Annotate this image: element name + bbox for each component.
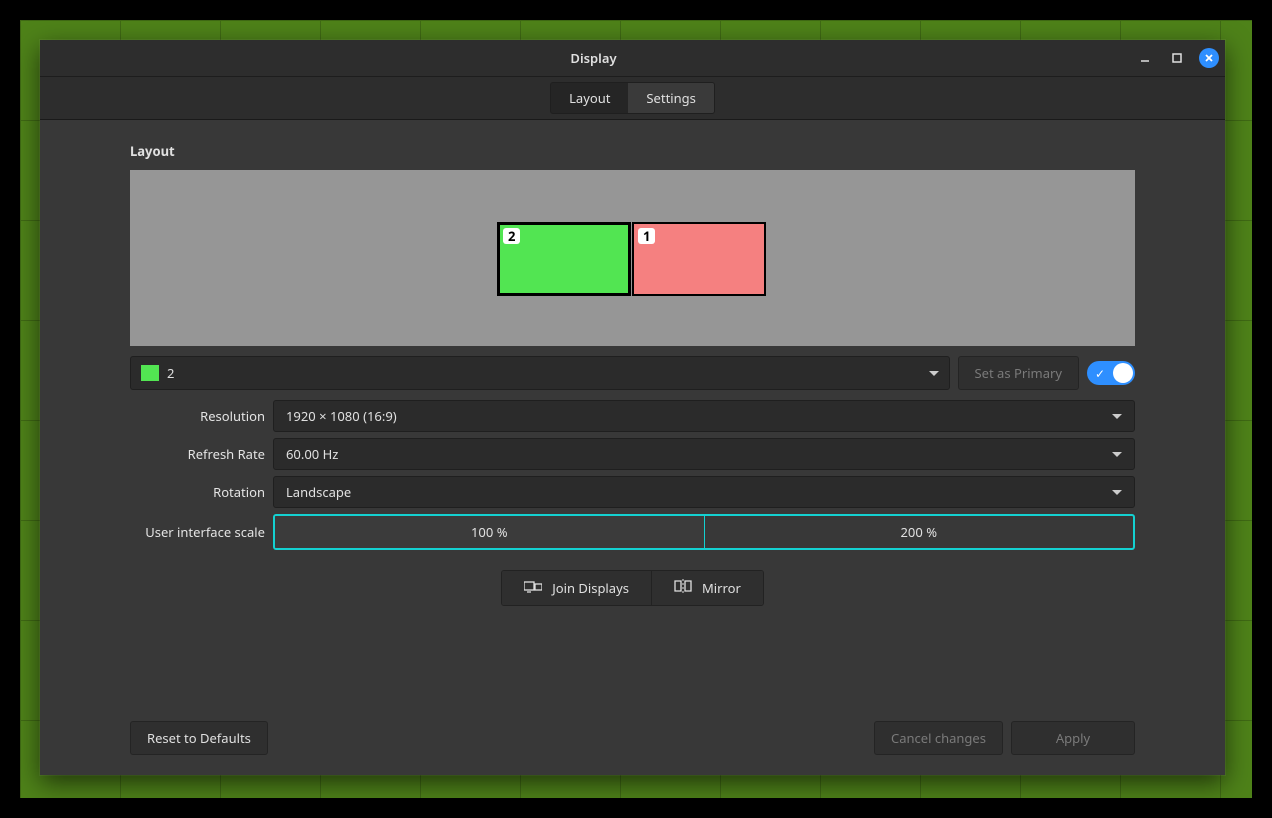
- mirror-icon: [674, 579, 692, 597]
- mirror-displays-button[interactable]: Mirror: [651, 571, 763, 605]
- chevron-down-icon: [1112, 414, 1122, 419]
- rotation-combobox[interactable]: Landscape: [273, 476, 1135, 508]
- rotation-value: Landscape: [286, 483, 351, 501]
- tab-group: Layout Settings: [550, 82, 715, 114]
- reset-defaults-button[interactable]: Reset to Defaults: [130, 721, 268, 755]
- ui-scale-segmented: 100 %200 %: [273, 514, 1135, 550]
- set-as-primary-button[interactable]: Set as Primary: [958, 356, 1079, 390]
- chevron-down-icon: [1112, 452, 1122, 457]
- resolution-combobox[interactable]: 1920 × 1080 (16:9): [273, 400, 1135, 432]
- monitor-badge: 1: [638, 228, 655, 244]
- ui-scale-label: User interface scale: [130, 523, 265, 541]
- refresh-rate-value: 60.00 Hz: [286, 445, 338, 463]
- ui-scale-option[interactable]: 200 %: [704, 516, 1134, 548]
- refresh-rate-label: Refresh Rate: [130, 445, 265, 463]
- display-color-chip: [141, 365, 159, 381]
- content-pane: Layout 21 2 Set as Primary ✓ Resolution …: [40, 120, 1225, 775]
- check-icon: ✓: [1095, 365, 1105, 382]
- display-mode-group: Join Displays Mirror: [501, 570, 764, 606]
- section-title: Layout: [130, 142, 1135, 160]
- chevron-down-icon: [929, 371, 939, 376]
- display-settings-window: Display Layout Settings Layout 21 2: [40, 40, 1225, 775]
- join-displays-icon: [524, 579, 542, 597]
- join-displays-button[interactable]: Join Displays: [502, 571, 651, 605]
- minimize-button[interactable]: [1135, 48, 1155, 68]
- monitor-1[interactable]: 1: [632, 222, 766, 296]
- refresh-rate-combobox[interactable]: 60.00 Hz: [273, 438, 1135, 470]
- maximize-button[interactable]: [1167, 48, 1187, 68]
- monitor-arranger[interactable]: 21: [130, 170, 1135, 346]
- mirror-label: Mirror: [702, 579, 741, 597]
- display-selector[interactable]: 2: [130, 356, 950, 390]
- join-displays-label: Join Displays: [552, 579, 629, 597]
- apply-button[interactable]: Apply: [1011, 721, 1135, 755]
- rotation-label: Rotation: [130, 483, 265, 501]
- monitor-badge: 2: [503, 228, 520, 244]
- tab-settings[interactable]: Settings: [628, 83, 713, 113]
- window-controls: [1135, 48, 1219, 68]
- chevron-down-icon: [1112, 490, 1122, 495]
- window-title: Display: [52, 49, 1135, 67]
- monitor-2[interactable]: 2: [497, 222, 631, 296]
- close-button[interactable]: [1199, 48, 1219, 68]
- titlebar: Display: [40, 40, 1225, 77]
- ui-scale-option[interactable]: 100 %: [275, 516, 704, 548]
- tab-layout[interactable]: Layout: [551, 83, 628, 113]
- tab-bar: Layout Settings: [40, 77, 1225, 120]
- resolution-value: 1920 × 1080 (16:9): [286, 407, 397, 425]
- cancel-changes-button[interactable]: Cancel changes: [874, 721, 1003, 755]
- display-enabled-toggle[interactable]: ✓: [1087, 361, 1135, 385]
- resolution-label: Resolution: [130, 407, 265, 425]
- display-selector-value: 2: [167, 364, 174, 382]
